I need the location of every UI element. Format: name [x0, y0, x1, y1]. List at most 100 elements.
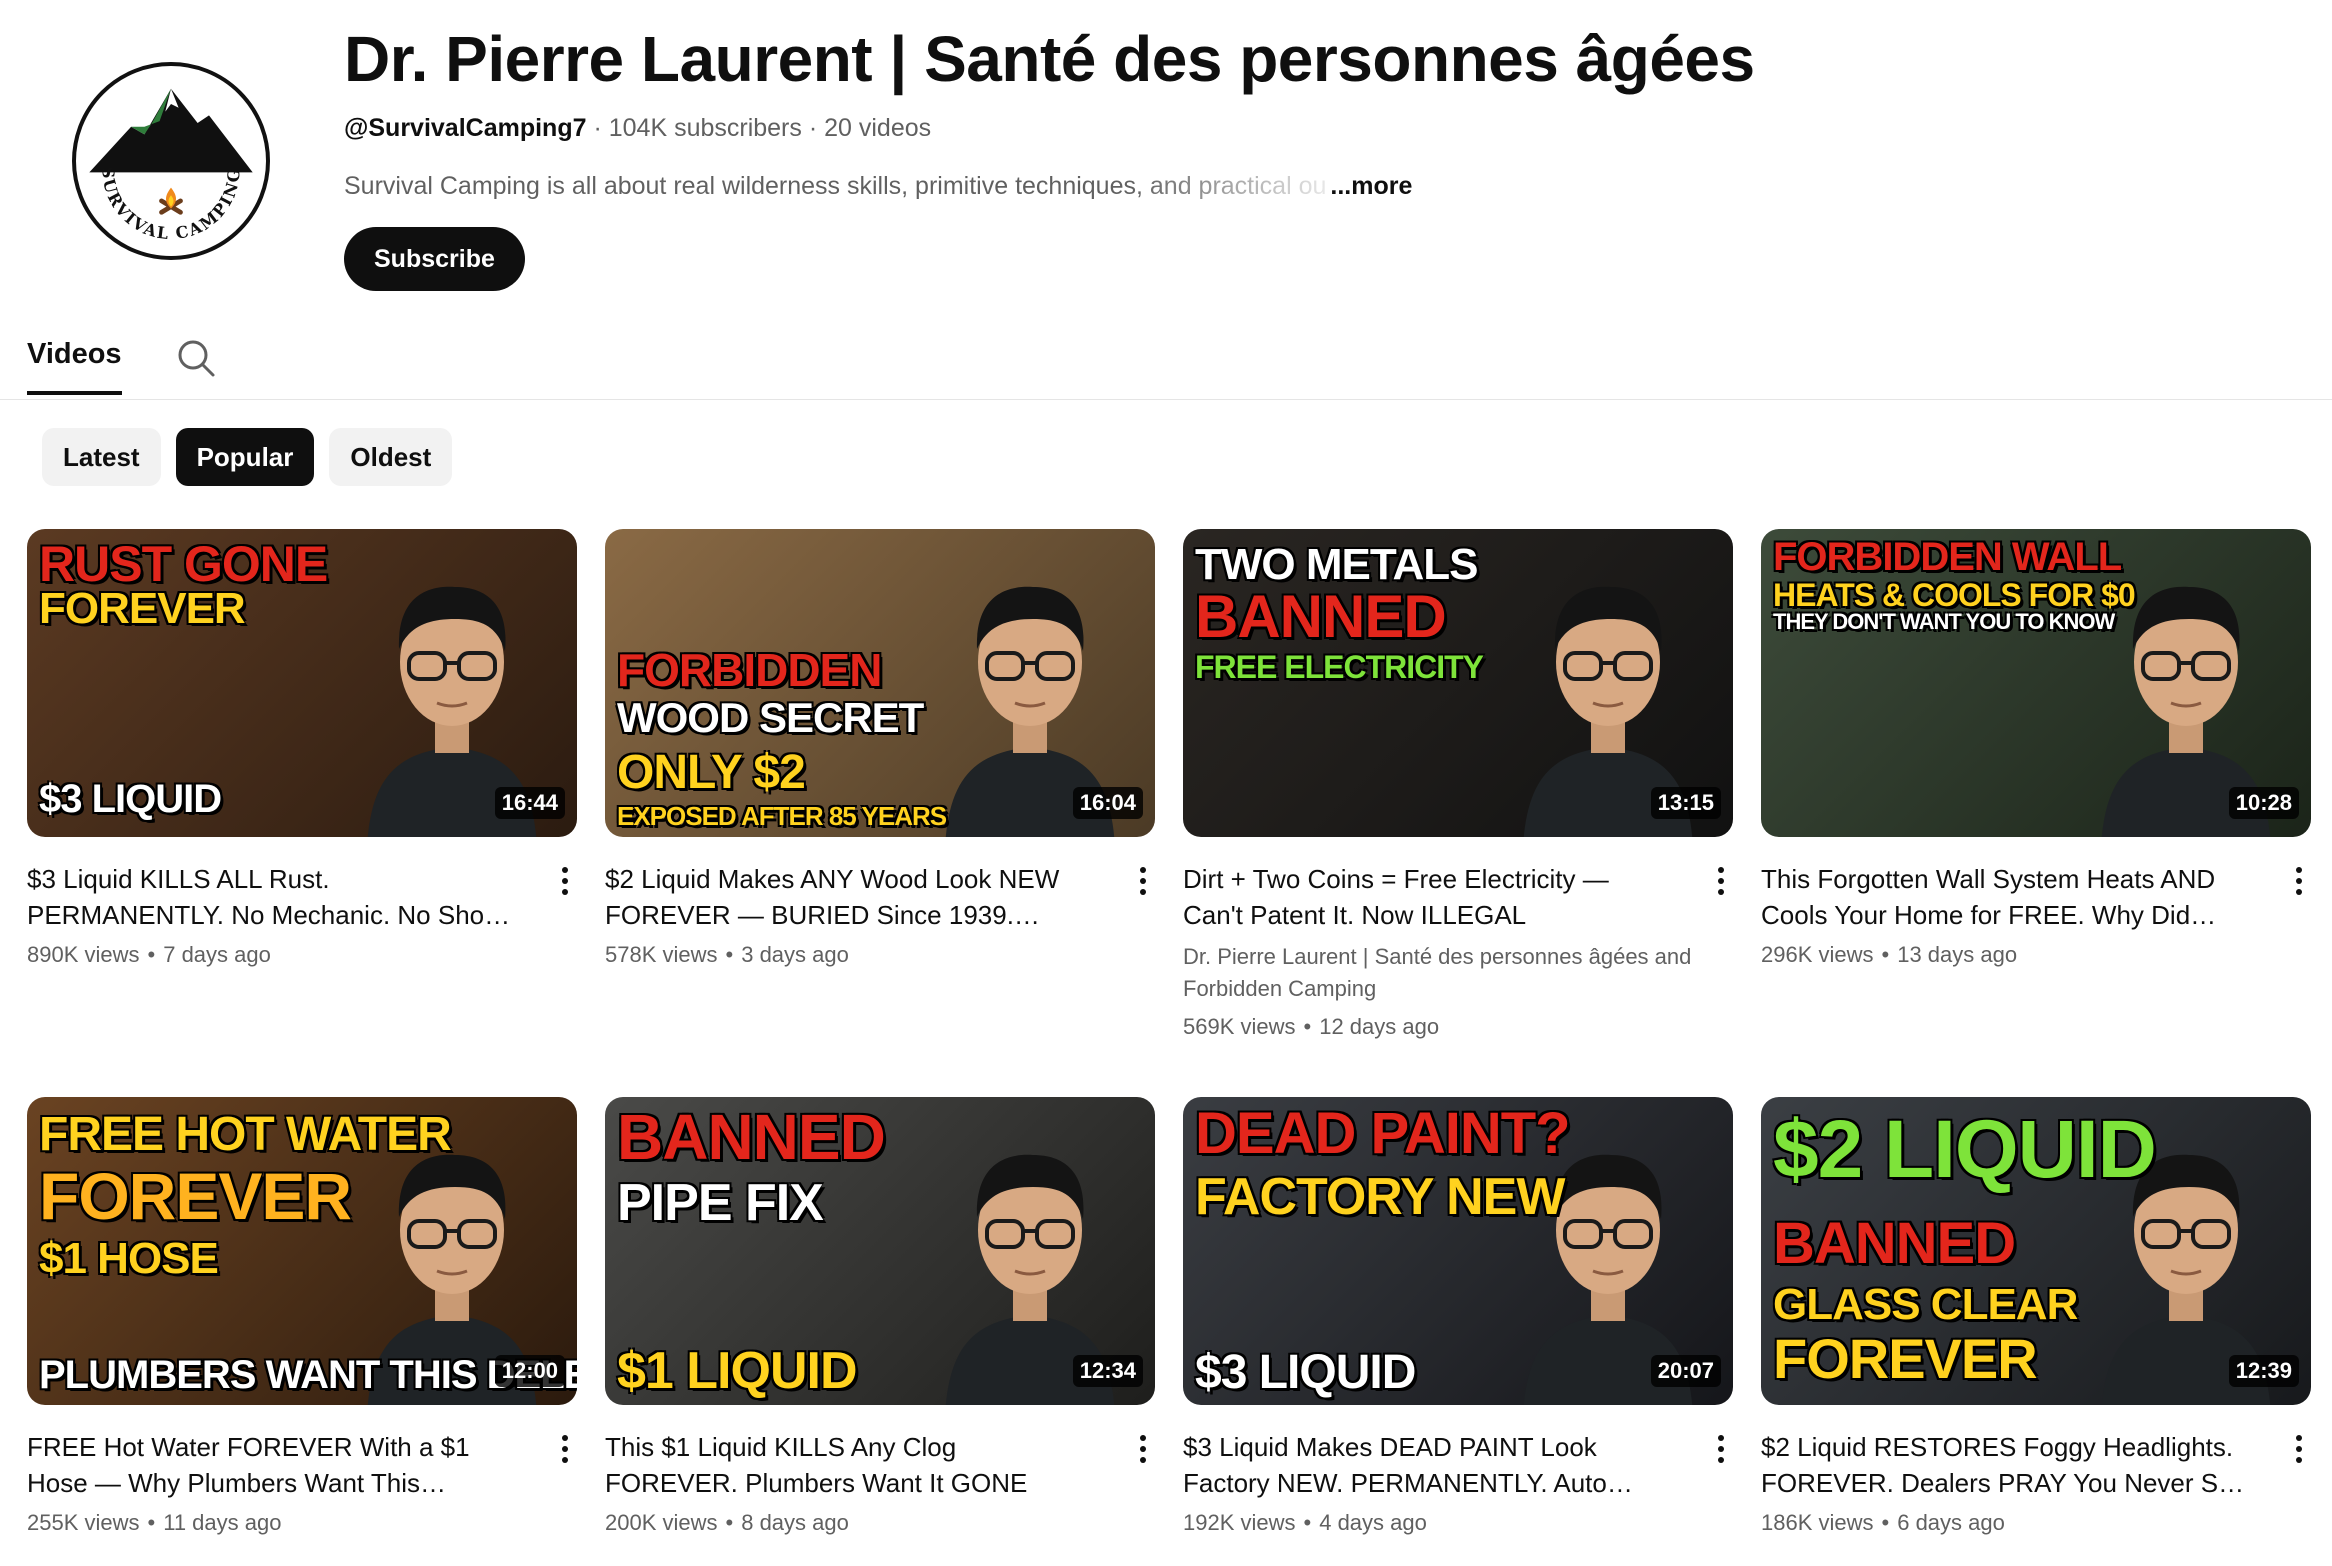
video-card[interactable]: BANNED PIPE FIX $1 LIQUID 12:34 This $1 …	[605, 1097, 1155, 1537]
view-count: 890K views	[27, 942, 140, 967]
chip-latest[interactable]: Latest	[42, 428, 161, 486]
thumbnail-text: FORBIDDEN	[617, 644, 882, 696]
channel-handle[interactable]: @SurvivalCamping7	[344, 114, 587, 142]
more-options-icon[interactable]	[1706, 861, 1736, 901]
video-card[interactable]: DEAD PAINT? FACTORY NEW $3 LIQUID 20:07 …	[1183, 1097, 1733, 1537]
duration-badge: 10:28	[2228, 787, 2299, 819]
video-card[interactable]: RUST GONE FOREVER $3 LIQUID 16:44 $3 Liq…	[27, 529, 577, 969]
thumbnail-text: BANNED	[617, 1101, 886, 1173]
view-count: 186K views	[1761, 1510, 1874, 1535]
video-count: 20 videos	[824, 114, 932, 142]
video-thumbnail[interactable]: $2 LIQUID BANNED GLASS CLEAR FOREVER 12:…	[1761, 1097, 2311, 1405]
chip-oldest[interactable]: Oldest	[329, 428, 453, 486]
meta-dot: •	[147, 1510, 156, 1535]
meta-dot: •	[725, 942, 734, 967]
tab-videos[interactable]: Videos	[27, 338, 122, 395]
video-thumbnail[interactable]: BANNED PIPE FIX $1 LIQUID 12:34	[605, 1097, 1155, 1405]
view-count: 192K views	[1183, 1510, 1296, 1535]
thumbnail-text: FOREVER	[39, 584, 246, 633]
survival-camping-logo: SURVIVAL CAMPING	[79, 69, 263, 253]
duration-badge: 13:15	[1650, 787, 1721, 819]
duration-badge: 12:00	[494, 1355, 565, 1387]
video-card[interactable]: FORBIDDEN WOOD SECRET ONLY $2 EXPOSED AF…	[605, 529, 1155, 969]
more-options-icon[interactable]	[550, 861, 580, 901]
video-title[interactable]: Dirt + Two Coins = Free Electricity — Ca…	[1183, 861, 1673, 933]
upload-age: 7 days ago	[163, 942, 271, 967]
duration-badge: 20:07	[1650, 1355, 1721, 1387]
subscriber-count: 104K subscribers	[608, 114, 802, 142]
meta-dot: •	[1303, 1510, 1312, 1535]
view-count: 296K views	[1761, 942, 1874, 967]
thumbnail-text: PIPE FIX	[617, 1174, 824, 1232]
video-channel[interactable]: Dr. Pierre Laurent | Santé des personnes…	[1183, 941, 1693, 1005]
video-title[interactable]: $2 Liquid RESTORES Foggy Headlights. FOR…	[1761, 1429, 2251, 1501]
video-card[interactable]: TWO METALS BANNED FREE ELECTRICITY 13:15…	[1183, 529, 1733, 1041]
thumbnail-text: GLASS CLEAR	[1773, 1280, 2078, 1329]
upload-age: 4 days ago	[1319, 1510, 1427, 1535]
meta-dot: •	[1303, 1014, 1312, 1039]
upload-age: 3 days ago	[741, 942, 849, 967]
thumbnail-text: $1 HOSE	[39, 1234, 219, 1283]
duration-badge: 12:34	[1072, 1355, 1143, 1387]
thumbnail-text: FREE HOT WATER	[39, 1108, 452, 1161]
thumbnail-text: EXPOSED AFTER 85 YEARS	[617, 801, 947, 831]
channel-description[interactable]: Survival Camping is all about real wilde…	[344, 172, 1412, 201]
more-options-icon[interactable]	[1128, 1429, 1158, 1469]
video-meta: 578K views • 3 days ago	[605, 941, 1155, 969]
video-title[interactable]: $2 Liquid Makes ANY Wood Look NEW FOREVE…	[605, 861, 1095, 933]
view-count: 569K views	[1183, 1014, 1296, 1039]
view-count: 200K views	[605, 1510, 718, 1535]
video-card[interactable]: $2 LIQUID BANNED GLASS CLEAR FOREVER 12:…	[1761, 1097, 2311, 1537]
thumbnail-text: FOREVER	[39, 1159, 352, 1233]
video-thumbnail[interactable]: FREE HOT WATER FOREVER $1 HOSE PLUMBERS …	[27, 1097, 577, 1405]
thumbnail-text: $2 LIQUID	[1773, 1104, 2157, 1195]
upload-age: 11 days ago	[163, 1510, 282, 1535]
thumbnail-text: $3 LIQUID	[39, 777, 222, 821]
video-meta: 255K views • 11 days ago	[27, 1509, 577, 1537]
more-options-icon[interactable]	[1706, 1429, 1736, 1469]
thumbnail-text: BANNED	[1773, 1211, 2016, 1276]
video-card[interactable]: FORBIDDEN WALL HEATS & COOLS FOR $0 THEY…	[1761, 529, 2311, 969]
sort-chips: Latest Popular Oldest	[42, 428, 453, 486]
meta-dot: •	[147, 942, 156, 967]
video-meta: 200K views • 8 days ago	[605, 1509, 1155, 1537]
channel-name: Dr. Pierre Laurent | Santé des personnes…	[344, 23, 1755, 95]
video-meta: 296K views • 13 days ago	[1761, 941, 2311, 969]
video-title[interactable]: This $1 Liquid KILLS Any Clog FOREVER. P…	[605, 1429, 1095, 1501]
video-thumbnail[interactable]: RUST GONE FOREVER $3 LIQUID 16:44	[27, 529, 577, 837]
video-thumbnail[interactable]: DEAD PAINT? FACTORY NEW $3 LIQUID 20:07	[1183, 1097, 1733, 1405]
more-options-icon[interactable]	[1128, 861, 1158, 901]
upload-age: 12 days ago	[1319, 1014, 1440, 1039]
more-options-icon[interactable]	[2284, 1429, 2314, 1469]
thumbnail-text: RUST GONE	[39, 536, 328, 592]
video-meta: 186K views • 6 days ago	[1761, 1509, 2311, 1537]
duration-badge: 16:44	[494, 787, 565, 819]
video-thumbnail[interactable]: FORBIDDEN WALL HEATS & COOLS FOR $0 THEY…	[1761, 529, 2311, 837]
thumbnail-text: ONLY $2	[617, 746, 806, 799]
thumbnail-text: DEAD PAINT?	[1195, 1101, 1571, 1166]
video-title[interactable]: $3 Liquid Makes DEAD PAINT Look Factory …	[1183, 1429, 1673, 1501]
meta-separator: ·	[801, 114, 825, 142]
video-title[interactable]: $3 Liquid KILLS ALL Rust. PERMANENTLY. N…	[27, 861, 517, 933]
upload-age: 13 days ago	[1897, 942, 2018, 967]
meta-dot: •	[1881, 942, 1890, 967]
subscribe-button[interactable]: Subscribe	[344, 227, 525, 291]
meta-separator: ·	[586, 114, 609, 142]
video-title[interactable]: This Forgotten Wall System Heats AND Coo…	[1761, 861, 2251, 933]
channel-avatar[interactable]: SURVIVAL CAMPING	[72, 62, 270, 260]
more-options-icon[interactable]	[2284, 861, 2314, 901]
chip-popular[interactable]: Popular	[175, 428, 315, 486]
video-meta: 569K views • 12 days ago	[1183, 1013, 1733, 1041]
channel-meta: @SurvivalCamping7 · 104K subscribers · 2…	[344, 114, 931, 143]
duration-badge: 16:04	[1072, 787, 1143, 819]
search-icon[interactable]	[176, 338, 216, 378]
more-options-icon[interactable]	[550, 1429, 580, 1469]
video-title[interactable]: FREE Hot Water FOREVER With a $1 Hose — …	[27, 1429, 517, 1501]
video-card[interactable]: FREE HOT WATER FOREVER $1 HOSE PLUMBERS …	[27, 1097, 577, 1537]
video-thumbnail[interactable]: FORBIDDEN WOOD SECRET ONLY $2 EXPOSED AF…	[605, 529, 1155, 837]
video-thumbnail[interactable]: TWO METALS BANNED FREE ELECTRICITY 13:15	[1183, 529, 1733, 837]
more-link[interactable]: ...more	[1330, 172, 1412, 201]
video-meta: 890K views • 7 days ago	[27, 941, 577, 969]
thumbnail-text: BANNED	[1195, 583, 1447, 650]
thumbnail-text: WOOD SECRET	[617, 694, 924, 741]
